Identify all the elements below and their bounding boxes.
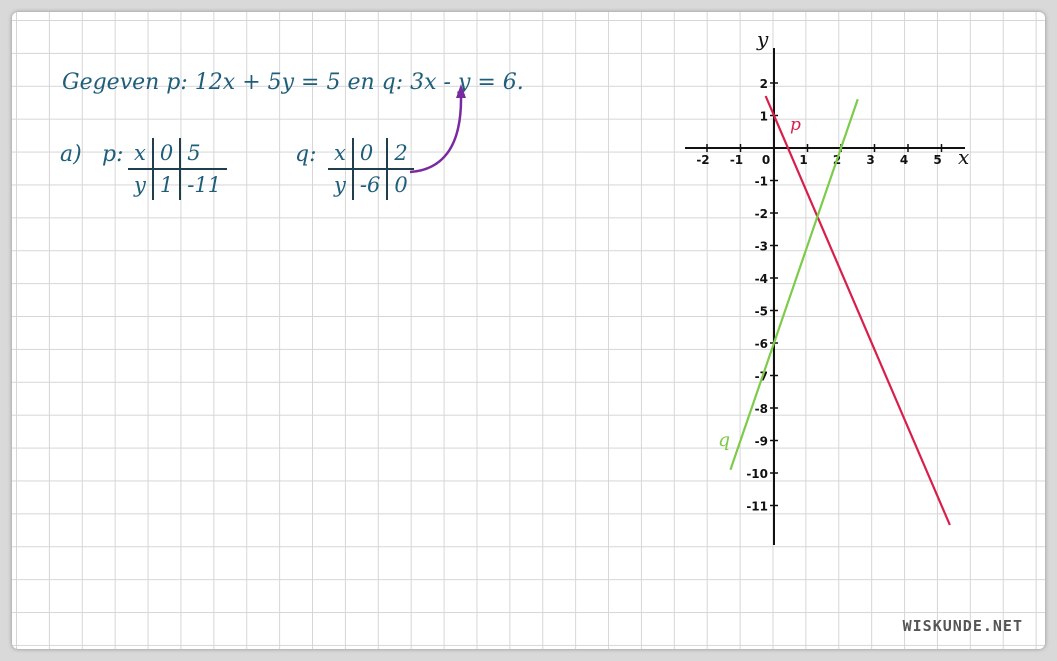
- y-tick-label: -2: [755, 207, 768, 221]
- coordinate-axes: xy: [685, 27, 969, 545]
- x-tick-label: -1: [730, 153, 743, 167]
- y-tick-label: -3: [755, 240, 768, 254]
- line-q-label: q: [718, 429, 730, 451]
- x-axis-label: x: [958, 145, 969, 169]
- x-tick-label: 1: [799, 153, 807, 167]
- line-p-label: p: [790, 115, 801, 135]
- x-tick-label: 0: [762, 153, 770, 167]
- x-tick-label: 5: [933, 153, 941, 167]
- y-tick-label: -6: [755, 337, 768, 351]
- x-tick-label: 3: [866, 153, 874, 167]
- y-axis-label: y: [756, 27, 769, 51]
- annotation-arrow-head: [456, 84, 466, 98]
- y-tick-label: -1: [755, 175, 768, 189]
- x-tick-label: 4: [900, 153, 908, 167]
- y-tick-label: -4: [755, 272, 768, 286]
- line-q: [729, 98, 859, 471]
- y-tick-label: -11: [746, 500, 768, 514]
- axis-ticks: -2-101234521-1-2-3-4-5-6-7-8-9-10-11: [696, 77, 943, 514]
- y-tick-label: 1: [760, 110, 768, 124]
- y-tick-label: -9: [755, 435, 768, 449]
- y-tick-label: 2: [760, 77, 768, 91]
- line-p: [764, 95, 951, 526]
- y-tick-label: -10: [746, 467, 768, 481]
- x-tick-label: -2: [696, 153, 709, 167]
- annotation-arrow: [409, 94, 463, 174]
- graph-overlay: xy -2-101234521-1-2-3-4-5-6-7-8-9-10-11 …: [409, 27, 969, 545]
- y-tick-label: -5: [755, 305, 768, 319]
- y-tick-label: -8: [755, 402, 768, 416]
